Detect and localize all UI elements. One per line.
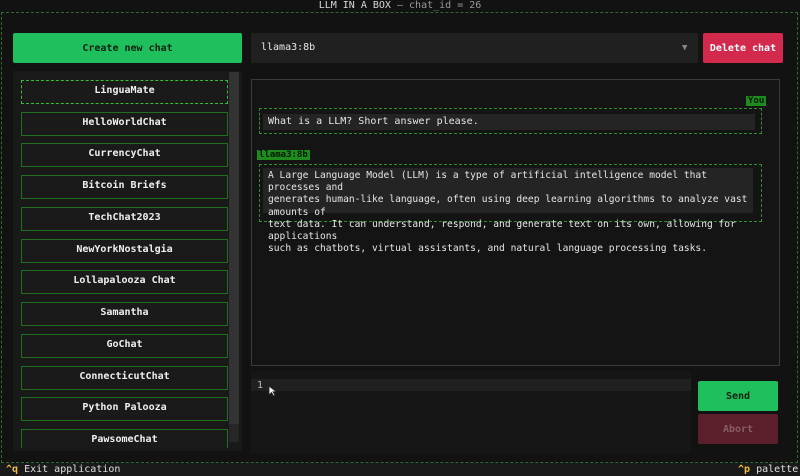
dropdown-arrow-icon[interactable]: ▼ (682, 33, 694, 63)
abort-button[interactable]: Abort (698, 414, 778, 444)
quit-label: Exit application (24, 464, 121, 475)
quit-key: ^q (6, 464, 19, 475)
chat-list-item[interactable]: TechChat2023 (21, 207, 228, 231)
chat-list-item[interactable]: Lollapalooza Chat (21, 270, 228, 294)
assistant-role-tag: llama3:8b (257, 150, 310, 160)
chat-list-item[interactable]: HelloWorldChat (21, 112, 228, 136)
chat-list-item[interactable]: NewYorkNostalgia (21, 239, 228, 263)
chat-list-item[interactable]: Python Palooza (21, 397, 228, 421)
chat-list-item[interactable]: PawsomeChat (21, 429, 228, 448)
chat-list-item[interactable]: Samantha (21, 302, 228, 326)
app-title: LLM IN A BOX (318, 0, 391, 11)
line-number: 1 (257, 380, 264, 391)
chat-id-label: — chat_id = 26 (396, 0, 482, 11)
create-new-chat-button[interactable]: Create new chat (13, 33, 242, 63)
send-button[interactable]: Send (698, 381, 778, 411)
chat-list-item[interactable]: CurrencyChat (21, 143, 228, 167)
chat-list-item[interactable]: GoChat (21, 334, 228, 358)
model-select[interactable]: llama3:8b (251, 33, 698, 63)
sidebar-scrollbar-thumb[interactable] (229, 72, 239, 424)
user-role-tag: You (746, 96, 767, 106)
user-message: What is a LLM? Short answer please. (263, 114, 755, 130)
palette-key: ^p (738, 464, 751, 475)
chat-list-item[interactable]: ConnecticutChat (21, 366, 228, 390)
chat-list-item[interactable]: Bitcoin Briefs (21, 175, 228, 199)
quit-binding[interactable]: ^q Exit application (6, 463, 120, 476)
palette-binding[interactable]: ^p palette (738, 463, 798, 476)
title-bar: LLM IN A BOX — chat_id = 26 (0, 0, 800, 12)
mouse-pointer-icon (268, 385, 278, 397)
assistant-message: A Large Language Model (LLM) is a type o… (263, 168, 753, 254)
delete-chat-button[interactable]: Delete chat (703, 33, 783, 63)
input-current-line[interactable] (251, 379, 691, 391)
chat-list-item[interactable]: LinguaMate (21, 80, 228, 104)
palette-label: palette (756, 464, 799, 475)
